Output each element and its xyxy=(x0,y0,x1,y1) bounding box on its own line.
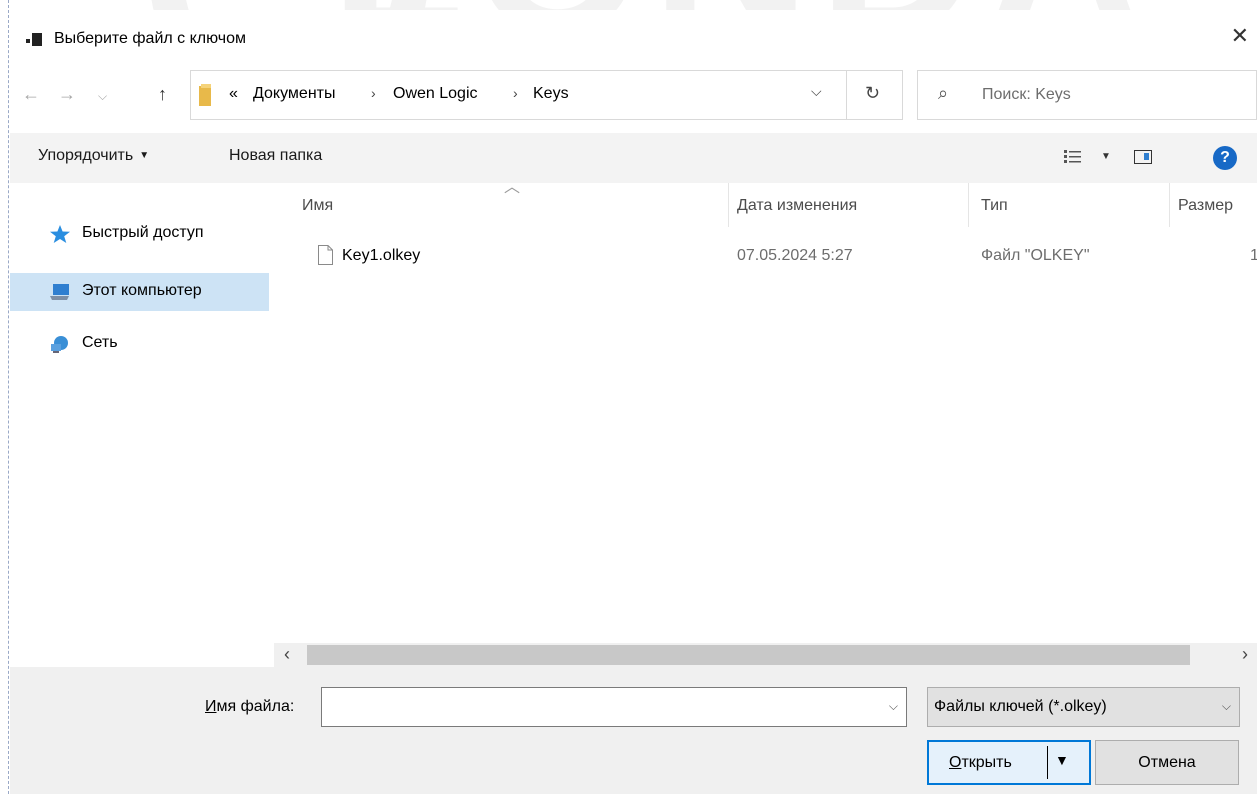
filename-combobox[interactable]: ⌵ xyxy=(321,687,907,727)
column-divider[interactable] xyxy=(968,183,969,227)
caret-down-icon: ▼ xyxy=(139,150,150,161)
open-button-label: Открыть xyxy=(949,754,1012,771)
cancel-button[interactable]: Отмена xyxy=(1095,740,1239,785)
breadcrumb-keys[interactable]: Keys xyxy=(533,85,569,103)
file-date: 07.05.2024 5:27 xyxy=(737,247,853,264)
view-options-icon[interactable] xyxy=(1064,149,1082,165)
table-row[interactable]: Key1.olkey 07.05.2024 5:27 Файл "OLKEY" … xyxy=(274,245,1257,275)
breadcrumb-documents[interactable]: Документы xyxy=(253,85,335,103)
chevron-down-icon[interactable]: ⌵ xyxy=(811,83,822,100)
title-bar: Выберите файл с ключом ✕ xyxy=(10,10,1257,60)
folder-icon xyxy=(199,84,211,106)
column-header-date[interactable]: Дата изменения xyxy=(737,197,857,215)
window-icon xyxy=(26,33,42,46)
back-arrow-icon[interactable]: ← xyxy=(22,84,40,105)
breadcrumb-overflow[interactable]: « xyxy=(229,85,238,103)
open-options-caret-icon[interactable]: ▼ xyxy=(1055,752,1069,768)
search-icon: ⌕ xyxy=(938,83,949,103)
network-icon xyxy=(51,336,68,353)
background-guide xyxy=(8,0,9,794)
file-list: ︿ Имя Дата изменения Тип Размер Key1.olk… xyxy=(274,179,1257,643)
file-icon xyxy=(318,245,333,265)
sidebar-item-label: Быстрый доступ xyxy=(82,224,204,241)
navigation-bar: ← → ⌵ ↑ « Документы › Owen Logic › Keys … xyxy=(10,70,1257,120)
horizontal-scrollbar[interactable]: ‹ › xyxy=(274,643,1257,667)
sidebar-item-network[interactable]: Сеть xyxy=(10,325,269,363)
file-size: 1 xyxy=(1250,247,1257,264)
sidebar-item-quick-access[interactable]: Быстрый доступ xyxy=(10,215,269,253)
chevron-down-icon[interactable]: ⌵ xyxy=(1222,699,1231,714)
sort-ascending-icon: ︿ xyxy=(504,179,521,196)
column-divider[interactable] xyxy=(728,183,729,227)
view-options-caret-icon[interactable]: ▼ xyxy=(1101,151,1111,162)
search-placeholder: Поиск: Keys xyxy=(982,86,1071,103)
filter-value: Файлы ключей (*.olkey) xyxy=(934,698,1107,715)
window-title: Выберите файл с ключом xyxy=(54,30,247,47)
open-file-dialog: Выберите файл с ключом ✕ ← → ⌵ ↑ « Докум… xyxy=(10,10,1257,794)
recent-locations-chevron-icon[interactable]: ⌵ xyxy=(98,89,107,104)
organize-label: Упорядочить xyxy=(38,147,134,164)
breadcrumb-separator-icon[interactable]: › xyxy=(371,85,376,101)
split-button-divider xyxy=(1047,746,1048,779)
address-divider xyxy=(846,71,847,119)
scroll-thumb[interactable] xyxy=(307,645,1190,665)
sidebar-item-label: Этот компьютер xyxy=(82,282,202,299)
scroll-left-icon[interactable]: ‹ xyxy=(284,644,290,665)
close-icon[interactable]: ✕ xyxy=(1231,25,1249,47)
forward-arrow-icon[interactable]: → xyxy=(58,84,76,105)
column-header-type[interactable]: Тип xyxy=(981,197,1008,215)
new-folder-button[interactable]: Новая папка xyxy=(229,147,322,165)
filename-label: Имя файла: xyxy=(205,698,295,715)
file-type: Файл "OLKEY" xyxy=(981,247,1090,264)
file-type-filter-select[interactable]: Файлы ключей (*.olkey) ⌵ xyxy=(927,687,1240,727)
cancel-button-label: Отмена xyxy=(1138,754,1196,771)
breadcrumb-separator-icon[interactable]: › xyxy=(513,85,518,101)
command-toolbar: Упорядочить ▼ Новая папка ▼ ? xyxy=(10,133,1257,183)
column-divider[interactable] xyxy=(1169,183,1170,227)
navigation-pane: Быстрый доступ Этот компьютер Сеть xyxy=(10,183,274,663)
refresh-icon[interactable]: ↻ xyxy=(865,83,880,104)
footer-panel: Имя файла: ⌵ Файлы ключей (*.olkey) ⌵ От… xyxy=(10,667,1257,794)
organize-menu-button[interactable]: Упорядочить ▼ xyxy=(38,147,149,165)
scroll-right-icon[interactable]: › xyxy=(1242,644,1248,665)
chevron-down-icon[interactable]: ⌵ xyxy=(889,699,898,714)
preview-pane-icon[interactable] xyxy=(1134,150,1152,164)
sidebar-item-this-pc[interactable]: Этот компьютер xyxy=(10,273,269,311)
column-header-size[interactable]: Размер xyxy=(1178,197,1233,215)
open-button[interactable]: Открыть ▼ xyxy=(927,740,1091,785)
file-name[interactable]: Key1.olkey xyxy=(342,247,420,265)
address-bar[interactable]: « Документы › Owen Logic › Keys ⌵ ↻ xyxy=(190,70,903,120)
column-header-name[interactable]: Имя xyxy=(302,197,333,215)
computer-icon xyxy=(50,284,69,300)
help-icon[interactable]: ? xyxy=(1213,146,1237,170)
star-icon xyxy=(50,225,70,243)
breadcrumb-owen-logic[interactable]: Owen Logic xyxy=(393,85,478,103)
search-box[interactable]: ⌕ Поиск: Keys xyxy=(917,70,1257,120)
sidebar-item-label: Сеть xyxy=(82,334,118,351)
up-arrow-icon[interactable]: ↑ xyxy=(158,84,167,105)
